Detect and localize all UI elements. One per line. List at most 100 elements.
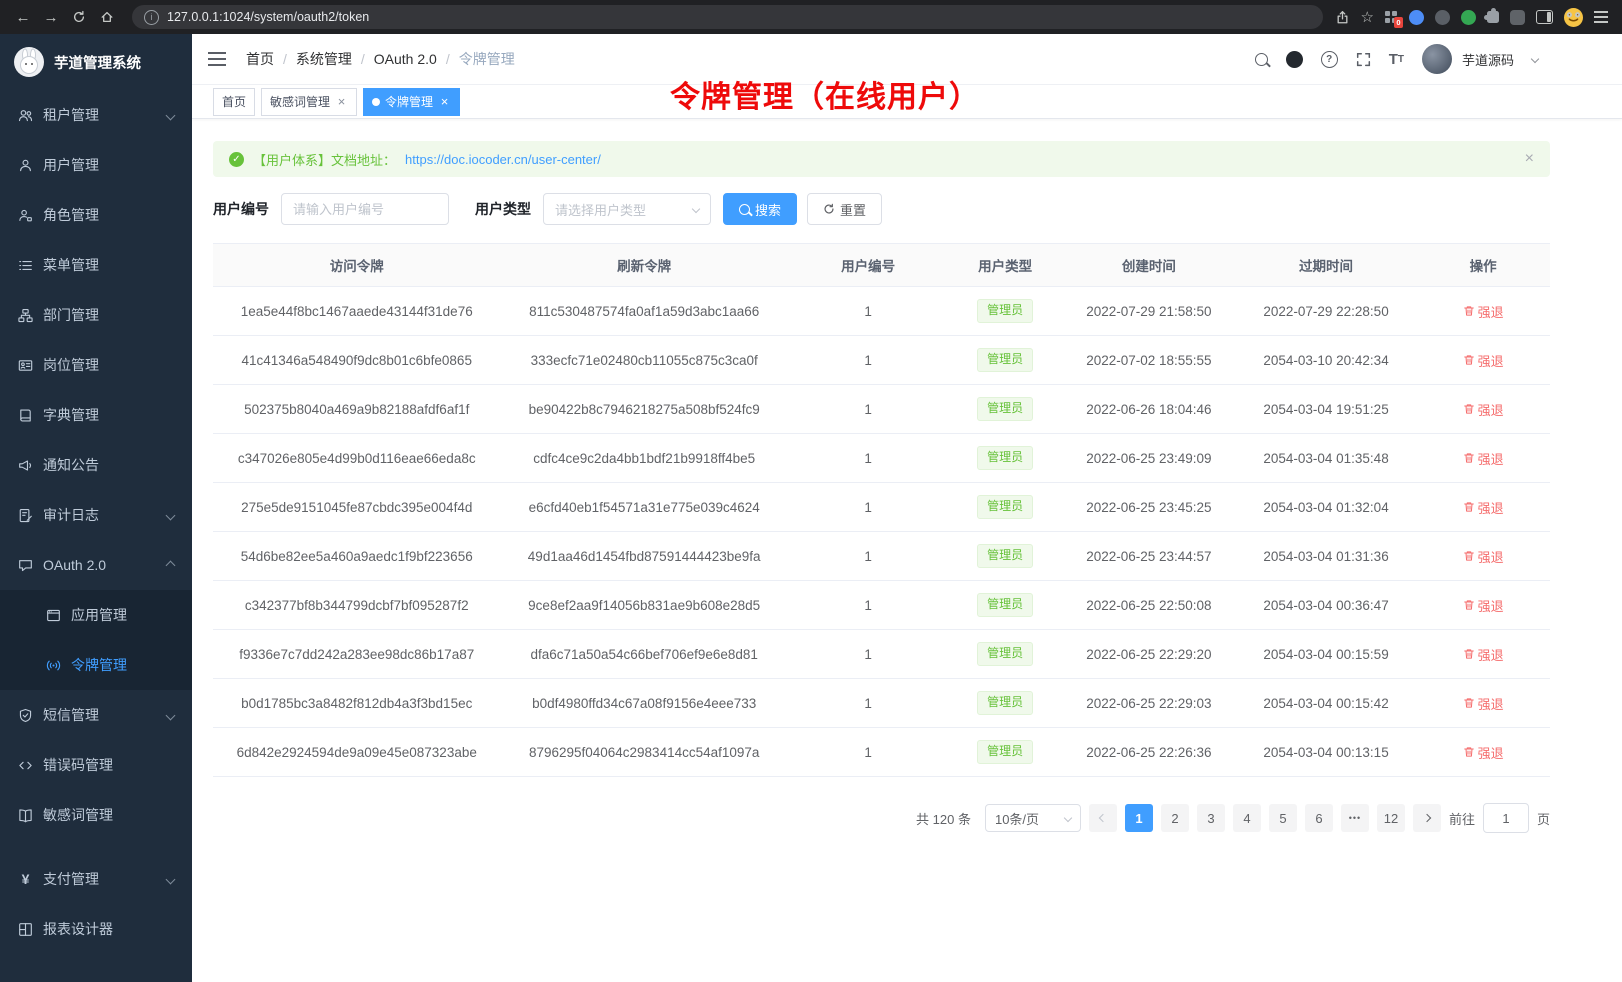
pinned-extension-icon[interactable] <box>1510 10 1525 25</box>
sidebar-item-dept[interactable]: 部门管理 <box>0 290 192 340</box>
app-logo[interactable]: 芋道管理系统 <box>0 34 192 90</box>
profile-green-icon[interactable] <box>1461 10 1476 25</box>
expires-cell: 2054-03-10 20:42:34 <box>1236 336 1416 385</box>
force-logout-button[interactable]: 强退 <box>1463 547 1504 566</box>
user-type-cell: 管理员 <box>948 434 1062 483</box>
force-logout-button[interactable]: 强退 <box>1463 596 1504 615</box>
sidebar-item-sms[interactable]: 短信管理 <box>0 690 192 740</box>
back-icon[interactable]: ← <box>10 4 36 30</box>
delete-icon <box>1463 599 1475 611</box>
prev-page-button[interactable] <box>1089 804 1117 832</box>
tab-home[interactable]: 首页 <box>213 88 255 116</box>
browser-avatar[interactable] <box>1564 8 1583 27</box>
reset-button[interactable]: 重置 <box>807 193 882 225</box>
action-cell: 强退 <box>1416 385 1550 434</box>
user-id-cell: 1 <box>788 630 948 679</box>
sidebar-item-menu[interactable]: 菜单管理 <box>0 240 192 290</box>
pagination: 共 120 条 10条/页 1 2 3 4 5 6 ••• 12 前往 <box>213 803 1550 833</box>
share-icon[interactable] <box>1335 10 1350 25</box>
user-icon <box>18 158 33 173</box>
user-type-cell: 管理员 <box>948 728 1062 777</box>
delete-icon <box>1463 550 1475 562</box>
breadcrumb-item-system[interactable]: 系统管理 <box>296 49 374 69</box>
sidebar-item-pay[interactable]: ¥ 支付管理 <box>0 854 192 904</box>
force-logout-button[interactable]: 强退 <box>1463 449 1504 468</box>
close-icon[interactable]: × <box>1525 150 1534 168</box>
sidebar-item-errorcode[interactable]: 错误码管理 <box>0 740 192 790</box>
tokens-table: 访问令牌 刷新令牌 用户编号 用户类型 创建时间 过期时间 操作 1ea5e44… <box>213 243 1550 777</box>
app: 芋道管理系统 租户管理 用户管理 角色管理 菜单 <box>0 34 1622 982</box>
sidebar-item-label: 通知公告 <box>43 455 99 475</box>
force-logout-button[interactable]: 强退 <box>1463 645 1504 664</box>
user-id-cell: 1 <box>788 287 948 336</box>
access-token-cell: 41c41346a548490f9dc8b01c6bfe0865 <box>213 336 500 385</box>
refresh-icon <box>823 203 835 215</box>
user-type-select[interactable]: 请选择用户类型 <box>543 193 711 225</box>
browser-menu-icon[interactable] <box>1594 16 1608 18</box>
breadcrumb-item-home[interactable]: 首页 <box>246 49 296 69</box>
home-icon[interactable] <box>94 4 120 30</box>
page-number-2[interactable]: 2 <box>1161 804 1189 832</box>
extensions-icon[interactable]: 0 <box>1385 11 1398 24</box>
sidebar-item-oauth-token[interactable]: 令牌管理 <box>0 640 192 690</box>
page-size-value: 10条/页 <box>995 809 1039 828</box>
user-id-cell: 1 <box>788 434 948 483</box>
avatar[interactable] <box>1422 44 1452 74</box>
page-number-last[interactable]: 12 <box>1377 804 1405 832</box>
sidebar-item-report-designer[interactable]: 报表设计器 <box>0 904 192 954</box>
search-button[interactable]: 搜索 <box>723 193 797 225</box>
help-icon[interactable]: ? <box>1321 51 1338 68</box>
goto-page-input[interactable] <box>1483 803 1529 833</box>
sidebar-item-oauth[interactable]: OAuth 2.0 <box>0 540 192 590</box>
page-number-4[interactable]: 4 <box>1233 804 1261 832</box>
force-logout-button[interactable]: 强退 <box>1463 351 1504 370</box>
user-id-input[interactable] <box>281 193 449 225</box>
github-icon[interactable] <box>1286 51 1303 68</box>
page-number-1[interactable]: 1 <box>1125 804 1153 832</box>
puzzle-extension-icon[interactable] <box>1487 11 1499 23</box>
more-pages-button[interactable]: ••• <box>1341 804 1369 832</box>
force-logout-button[interactable]: 强退 <box>1463 400 1504 419</box>
hamburger-button[interactable] <box>192 34 242 84</box>
tab-label: 令牌管理 <box>385 93 433 110</box>
close-icon[interactable]: × <box>335 95 348 108</box>
page-number-3[interactable]: 3 <box>1197 804 1225 832</box>
table-row: c347026e805e4d99b0d116eae66eda8c cdfc4ce… <box>213 434 1550 483</box>
sidebar-item-sensitive-words[interactable]: 敏感词管理 <box>0 790 192 840</box>
site-info-icon[interactable]: i <box>144 10 159 25</box>
chevron-down-icon[interactable] <box>1531 55 1539 63</box>
profile-blue-icon[interactable] <box>1409 10 1424 25</box>
next-page-button[interactable] <box>1413 804 1441 832</box>
sidebar-item-post[interactable]: 岗位管理 <box>0 340 192 390</box>
font-size-icon[interactable]: TT <box>1389 51 1404 68</box>
sidebar-item-notice[interactable]: 通知公告 <box>0 440 192 490</box>
breadcrumb-item-oauth[interactable]: OAuth 2.0 <box>374 51 459 67</box>
sidebar-item-user[interactable]: 用户管理 <box>0 140 192 190</box>
reload-icon[interactable] <box>66 4 92 30</box>
tab-token[interactable]: 令牌管理 × <box>363 88 460 116</box>
sidebar-item-oauth-app[interactable]: 应用管理 <box>0 590 192 640</box>
page-size-select[interactable]: 10条/页 <box>985 804 1081 832</box>
search-icon[interactable] <box>1255 53 1268 66</box>
doc-link[interactable]: https://doc.iocoder.cn/user-center/ <box>405 152 601 167</box>
profile-dark-icon[interactable] <box>1435 10 1450 25</box>
user-name[interactable]: 芋道源码 <box>1462 50 1514 69</box>
page-number-5[interactable]: 5 <box>1269 804 1297 832</box>
force-logout-button[interactable]: 强退 <box>1463 498 1504 517</box>
sidebar-item-role[interactable]: 角色管理 <box>0 190 192 240</box>
force-logout-button[interactable]: 强退 <box>1463 694 1504 713</box>
sidebar-item-tenant[interactable]: 租户管理 <box>0 90 192 140</box>
forward-icon[interactable]: → <box>38 4 64 30</box>
page-number-6[interactable]: 6 <box>1305 804 1333 832</box>
force-logout-button[interactable]: 强退 <box>1463 302 1504 321</box>
fullscreen-icon[interactable] <box>1356 52 1371 67</box>
bookmark-star-icon[interactable]: ☆ <box>1361 10 1374 25</box>
sidebar-item-dict[interactable]: 字典管理 <box>0 390 192 440</box>
sidebar-item-audit[interactable]: 审计日志 <box>0 490 192 540</box>
address-bar[interactable]: i 127.0.0.1:1024/system/oauth2/token <box>132 5 1323 29</box>
user-type-badge: 管理员 <box>977 495 1033 519</box>
tab-sensitive-words[interactable]: 敏感词管理 × <box>261 88 357 116</box>
side-panel-icon[interactable] <box>1536 10 1553 24</box>
force-logout-button[interactable]: 强退 <box>1463 743 1504 762</box>
close-icon[interactable]: × <box>438 95 451 108</box>
